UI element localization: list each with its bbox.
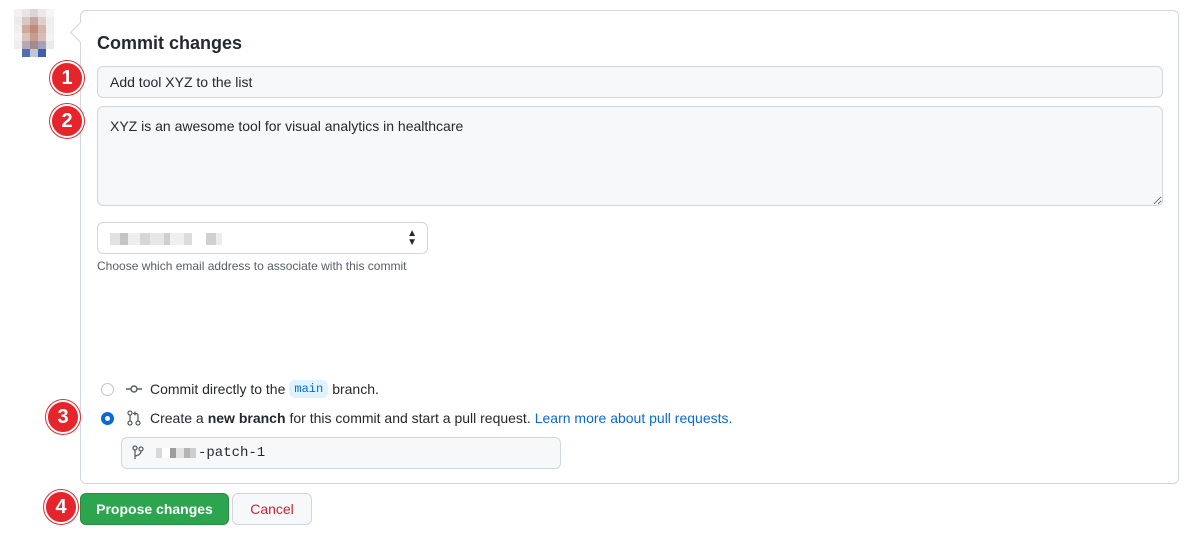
branch-prefix-redacted (156, 448, 196, 458)
select-arrows-icon: ▲ ▼ (407, 228, 417, 248)
email-select[interactable]: ▲ ▼ (97, 222, 428, 254)
annotation-badge-2: 2 (50, 104, 84, 138)
email-value-redacted (110, 233, 222, 245)
commit-title: Commit changes (97, 33, 243, 53)
option-direct-text-after: branch. (332, 381, 379, 397)
annotation-badge-3: 3 (46, 400, 80, 434)
git-branch-icon (132, 445, 144, 459)
branch-name-suffix: -patch-1 (198, 445, 266, 461)
option-direct-text-before: Commit directly to the (150, 381, 286, 397)
branch-name-input[interactable]: -patch-1 (121, 437, 561, 469)
branch-name-badge: main (289, 380, 329, 398)
option-branch-text-before: Create a (150, 410, 204, 426)
option-branch-bold: new branch (207, 410, 286, 426)
annotation-badge-1: 1 (50, 61, 84, 95)
user-avatar (14, 9, 54, 57)
commit-panel: Commit changes XYZ is an awesome tool fo… (80, 10, 1179, 484)
email-help-text: Choose which email address to associate … (97, 259, 407, 273)
cancel-button[interactable]: Cancel (232, 493, 312, 525)
option-branch-text-after: for this commit and start a pull request… (289, 410, 531, 426)
commit-description-textarea[interactable]: XYZ is an awesome tool for visual analyt… (97, 106, 1163, 206)
radio-commit-direct[interactable] (101, 382, 114, 396)
annotation-badge-4: 4 (44, 490, 78, 524)
radio-new-branch[interactable] (101, 411, 114, 425)
git-pull-request-icon (127, 410, 141, 426)
git-commit-icon (126, 385, 142, 393)
commit-summary-input[interactable] (97, 66, 1163, 98)
propose-changes-button[interactable]: Propose changes (80, 493, 229, 525)
option-commit-direct[interactable]: Commit directly to the main branch. (101, 379, 379, 399)
option-new-branch[interactable]: Create a new branch for this commit and … (101, 408, 732, 428)
learn-more-link[interactable]: Learn more about pull requests. (535, 410, 733, 426)
